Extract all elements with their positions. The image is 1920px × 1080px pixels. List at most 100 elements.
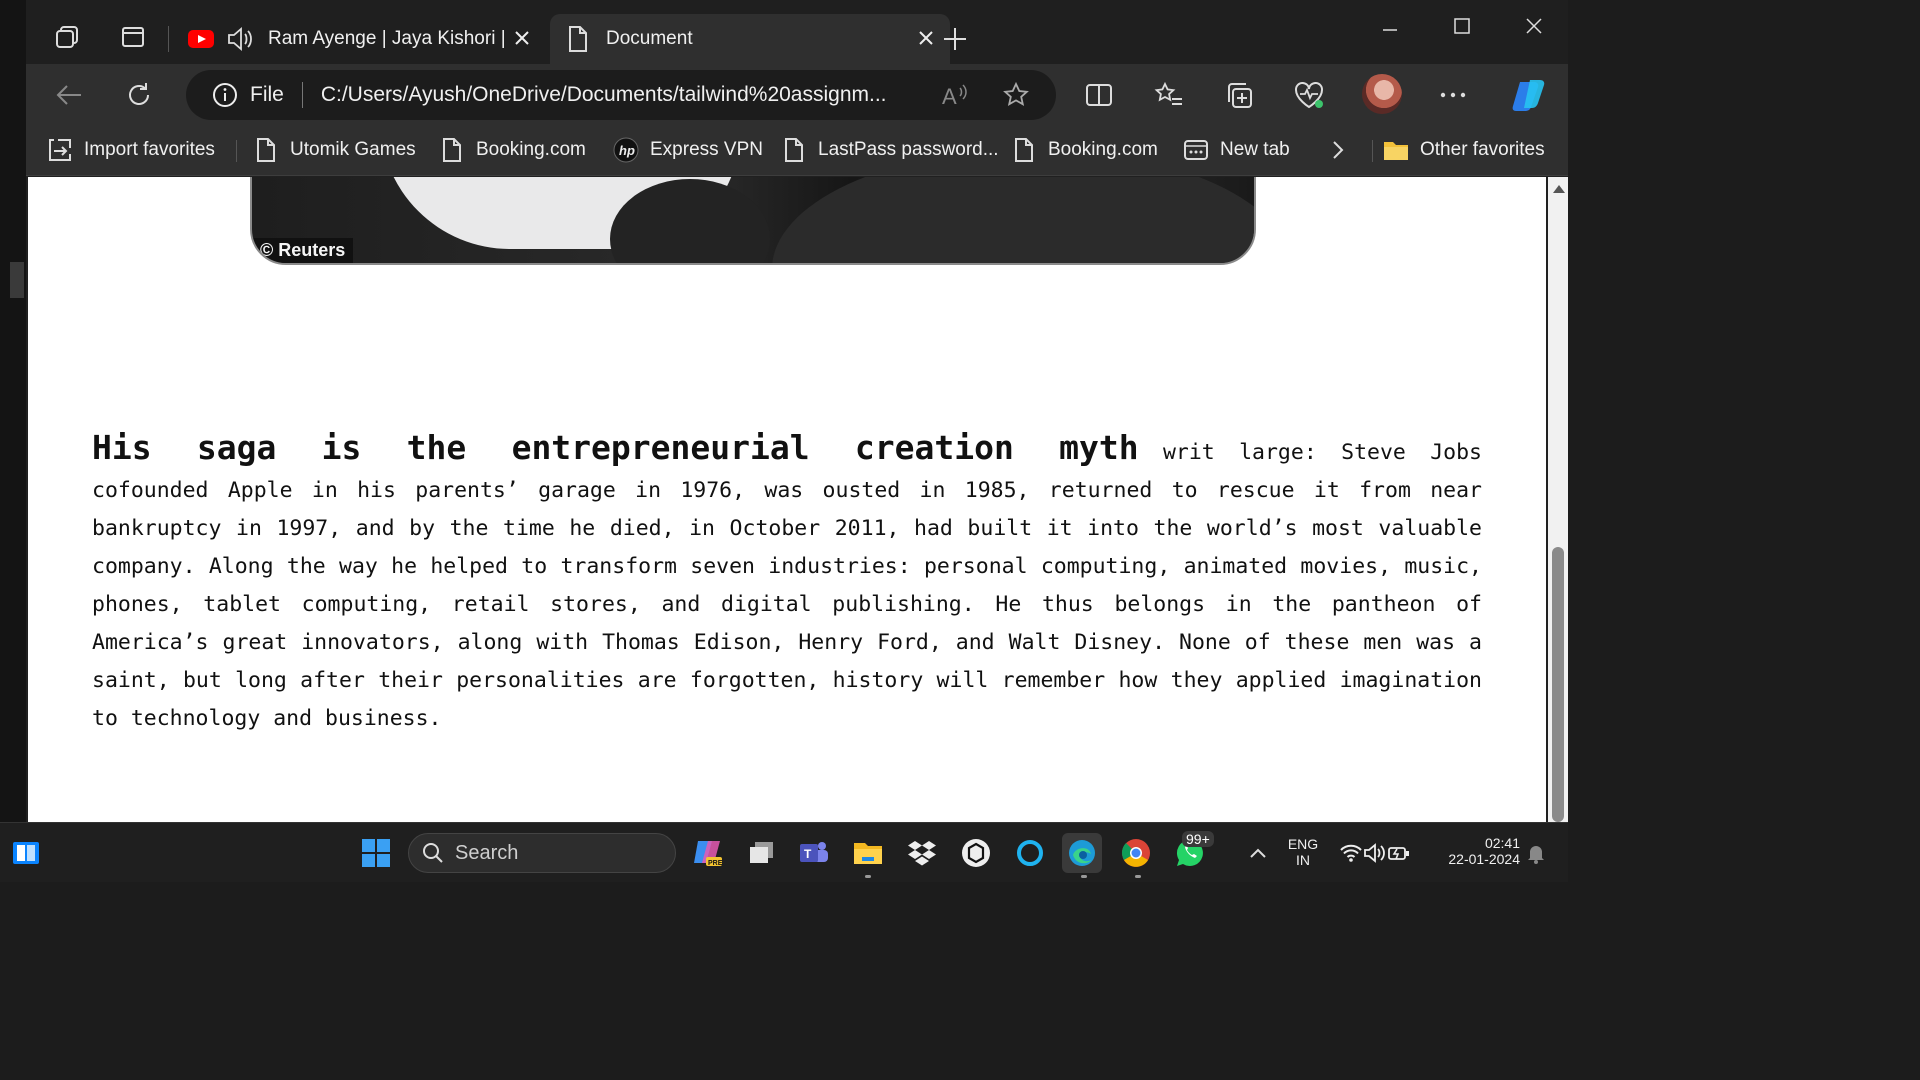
tab-actions-icon[interactable] [118,22,148,52]
favorite-utomik[interactable]: Utomik Games [252,134,416,166]
favorite-other-favorites[interactable]: Other favorites [1382,134,1545,166]
favorite-booking[interactable]: Booking.com [438,134,586,166]
tab-title: Ram Ayenge | Jaya Kishori | [268,28,506,49]
region-code: IN [1296,852,1310,868]
info-icon[interactable] [212,82,238,108]
file-explorer-icon[interactable] [848,833,888,873]
svg-text:hp: hp [619,143,635,158]
taskbar: Search PRE T 99+ ENG IN 02:41 22-01-2024 [0,822,1568,882]
favorite-booking-2[interactable]: Booking.com [1010,134,1158,166]
article-paragraph: His saga is the entrepreneurial creation… [92,429,1482,738]
clock-time: 02:41 [1484,835,1520,851]
favorite-star-icon[interactable] [1002,81,1030,109]
person-silhouette [772,177,1254,263]
close-window-button[interactable] [1514,10,1554,42]
favorites-bar: Import favorites Utomik Games Booking.co… [26,126,1568,176]
maximize-button[interactable] [1442,10,1482,42]
volume-icon [1364,843,1385,863]
minimize-button[interactable] [1370,10,1410,42]
copilot-preview-icon[interactable]: PRE [688,833,728,873]
apple-logo-image [380,177,770,263]
page-icon [1010,136,1038,164]
favorite-expressvpn[interactable]: hp Express VPN [612,134,763,166]
notifications-icon[interactable] [1524,833,1548,873]
scroll-up-arrow-icon[interactable] [1553,185,1565,193]
new-tab-icon[interactable] [940,24,970,54]
youtube-icon [188,30,214,48]
favorites-list-icon[interactable] [1152,78,1186,112]
read-aloud-icon[interactable]: A [942,82,970,108]
favorite-label: Utomik Games [290,139,416,160]
system-tray[interactable] [1334,833,1416,873]
start-icon[interactable] [356,833,396,873]
desktop-edge [0,0,26,822]
import-icon [46,136,74,164]
toolbar: File C:/Users/Ayush/OneDrive/Documents/t… [26,64,1568,126]
edge-icon[interactable] [1062,833,1102,873]
address-bar[interactable]: File C:/Users/Ayush/OneDrive/Documents/t… [186,70,1056,120]
language-code: ENG [1287,836,1319,852]
tab-youtube[interactable]: Ram Ayenge | Jaya Kishori | [176,14,546,64]
article-photo: © Reuters [250,177,1256,265]
whatsapp-badge: 99+ [1182,831,1214,847]
widgets-icon[interactable] [6,833,46,873]
photo-credit: © Reuters [252,238,354,263]
chatgpt-icon[interactable] [956,833,996,873]
hp-icon: hp [612,136,640,164]
newtab-icon [1182,136,1210,164]
favorites-overflow-chevron[interactable] [1328,134,1348,166]
taskbar-search[interactable]: Search [408,833,676,873]
copilot-icon[interactable] [1510,78,1548,112]
svg-text:A: A [942,84,957,108]
tab-title: Document [606,28,693,49]
close-tab-icon[interactable] [916,28,936,48]
favorite-label: LastPass password... [818,139,999,160]
favorite-label: New tab [1220,139,1290,160]
cortana-icon[interactable] [1010,833,1050,873]
favorite-label: Booking.com [476,139,586,160]
chrome-icon[interactable] [1116,833,1156,873]
task-view-icon[interactable] [742,833,782,873]
vertical-scrollbar[interactable] [1548,177,1568,822]
scrollbar-thumb[interactable] [1552,547,1564,822]
teams-icon[interactable]: T [794,833,834,873]
wifi-icon [1340,844,1362,862]
tab-strip: Ram Ayenge | Jaya Kishori | Document [26,0,1568,64]
collections-icon[interactable] [1222,78,1256,112]
chevron-up-icon[interactable] [1238,833,1278,873]
workspaces-icon[interactable] [52,22,82,52]
favorite-newtab[interactable]: New tab [1182,134,1290,166]
split-screen-icon[interactable] [1082,78,1116,112]
close-tab-icon[interactable] [512,28,532,48]
page-icon [252,136,280,164]
article-body: writ large: Steve Jobs cofounded Apple i… [92,440,1483,731]
more-options-icon[interactable] [1436,78,1470,112]
refresh-button[interactable] [122,78,156,112]
favorite-label: Import favorites [84,139,215,160]
scheme-label: File [250,83,284,106]
back-button[interactable] [52,78,86,112]
search-icon [423,843,443,863]
favorite-import[interactable]: Import favorites [46,134,215,166]
dropbox-icon[interactable] [902,833,942,873]
svg-text:T: T [804,847,812,861]
chevron-right-icon [1333,141,1344,159]
speaker-icon[interactable] [226,26,254,52]
battery-icon [1388,847,1409,860]
language-indicator[interactable]: ENG IN [1282,836,1324,868]
profile-avatar[interactable] [1362,74,1402,114]
favorite-label: Other favorites [1420,139,1545,160]
clock[interactable]: 02:41 22-01-2024 [1434,835,1520,867]
page-icon [780,136,808,164]
clock-date: 22-01-2024 [1448,851,1520,867]
desktop-window-edge [10,262,24,298]
page-icon [438,136,466,164]
favorite-label: Express VPN [650,139,763,160]
browser-essentials-icon[interactable] [1292,78,1326,112]
svg-text:PRE: PRE [708,860,723,867]
browser-window: Ram Ayenge | Jaya Kishori | Document Fil… [26,0,1568,822]
tab-document[interactable]: Document [550,14,950,64]
url-text[interactable]: C:/Users/Ayush/OneDrive/Documents/tailwi… [321,83,921,107]
favorite-lastpass[interactable]: LastPass password... [780,134,999,166]
article-lead: His saga is the entrepreneurial creation… [92,428,1139,467]
